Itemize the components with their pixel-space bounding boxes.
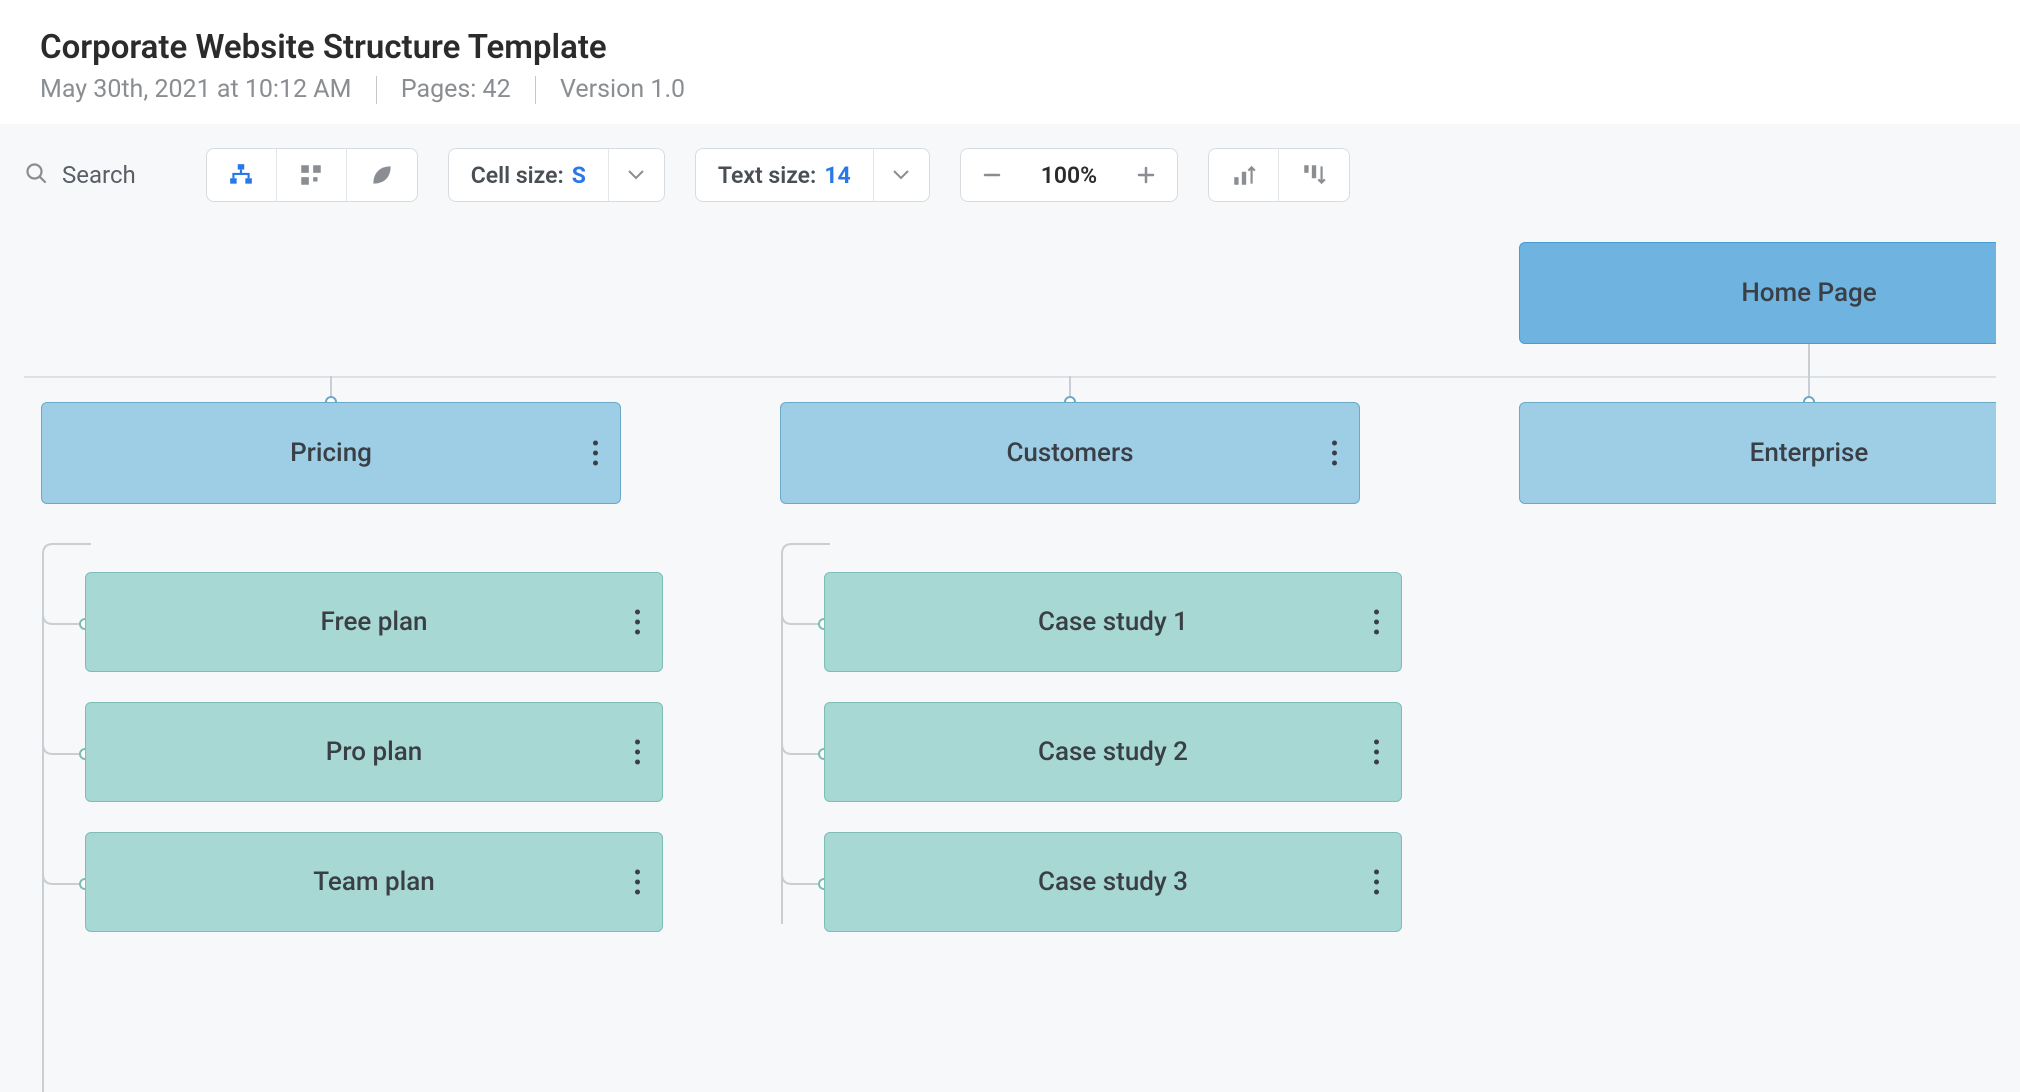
more-icon[interactable]	[1374, 870, 1379, 895]
view-mode-group	[206, 148, 418, 202]
node-team-plan[interactable]: Team plan	[85, 832, 663, 932]
node-label: Pricing	[290, 438, 372, 468]
node-free-plan[interactable]: Free plan	[85, 572, 663, 672]
sort-group	[1208, 148, 1350, 202]
chevron-down-icon	[873, 149, 929, 201]
sitemap-canvas[interactable]: Home Page Pricing Customers Enterprise	[24, 242, 1996, 1092]
cell-size-label: Cell size:	[471, 162, 564, 189]
timestamp: May 30th, 2021 at 10:12 AM	[40, 75, 351, 104]
node-customers[interactable]: Customers	[780, 402, 1360, 504]
toolbar-area: Search Cell size: S Text size:	[0, 124, 2020, 1092]
node-case-study-2[interactable]: Case study 2	[824, 702, 1402, 802]
more-icon[interactable]	[1374, 740, 1379, 765]
meta-divider	[535, 76, 536, 104]
node-case-study-3[interactable]: Case study 3	[824, 832, 1402, 932]
view-mode-tree-button[interactable]	[207, 149, 277, 201]
node-pro-plan[interactable]: Pro plan	[85, 702, 663, 802]
view-mode-grid-button[interactable]	[277, 149, 347, 201]
more-icon[interactable]	[593, 441, 598, 466]
sort-asc-button[interactable]	[1209, 149, 1279, 201]
view-mode-leaf-button[interactable]	[347, 149, 417, 201]
page-title: Corporate Website Structure Template	[40, 28, 1980, 67]
node-label: Pro plan	[326, 737, 422, 767]
zoom-in-button[interactable]	[1115, 149, 1177, 201]
search-icon	[24, 161, 48, 189]
node-enterprise[interactable]: Enterprise	[1519, 402, 1996, 504]
page-meta: May 30th, 2021 at 10:12 AM Pages: 42 Ver…	[40, 75, 1980, 104]
more-icon[interactable]	[635, 870, 640, 895]
toolbar: Search Cell size: S Text size:	[24, 148, 1996, 242]
chevron-down-icon	[608, 149, 664, 201]
node-label: Enterprise	[1750, 438, 1869, 468]
text-size-label: Text size:	[718, 162, 816, 189]
node-label: Case study 3	[1038, 867, 1188, 897]
node-label: Free plan	[321, 607, 428, 637]
version-label: Version 1.0	[560, 75, 685, 104]
pages-label: Pages:	[401, 75, 477, 104]
more-icon[interactable]	[1374, 610, 1379, 635]
more-icon[interactable]	[635, 610, 640, 635]
node-label: Case study 2	[1038, 737, 1188, 767]
node-home-page[interactable]: Home Page	[1519, 242, 1996, 344]
search[interactable]: Search	[24, 161, 136, 189]
more-icon[interactable]	[635, 740, 640, 765]
node-pricing[interactable]: Pricing	[41, 402, 621, 504]
node-label: Case study 1	[1038, 607, 1188, 637]
node-label: Team plan	[313, 867, 434, 897]
pages-count: 42	[483, 75, 511, 104]
cell-size-select[interactable]: Cell size: S	[448, 148, 665, 202]
node-label: Home Page	[1741, 278, 1876, 308]
sort-desc-button[interactable]	[1279, 149, 1349, 201]
zoom-control: 100%	[960, 148, 1178, 202]
cell-size-value: S	[572, 162, 586, 189]
zoom-out-button[interactable]	[961, 149, 1023, 201]
more-icon[interactable]	[1332, 441, 1337, 466]
header: Corporate Website Structure Template May…	[0, 0, 2020, 124]
search-label: Search	[62, 161, 136, 189]
meta-divider	[376, 76, 377, 104]
node-case-study-1[interactable]: Case study 1	[824, 572, 1402, 672]
node-label: Customers	[1006, 438, 1133, 468]
text-size-value: 14	[824, 162, 850, 189]
connector-line	[24, 376, 1996, 378]
text-size-select[interactable]: Text size: 14	[695, 148, 930, 202]
zoom-value: 100%	[1023, 162, 1115, 189]
